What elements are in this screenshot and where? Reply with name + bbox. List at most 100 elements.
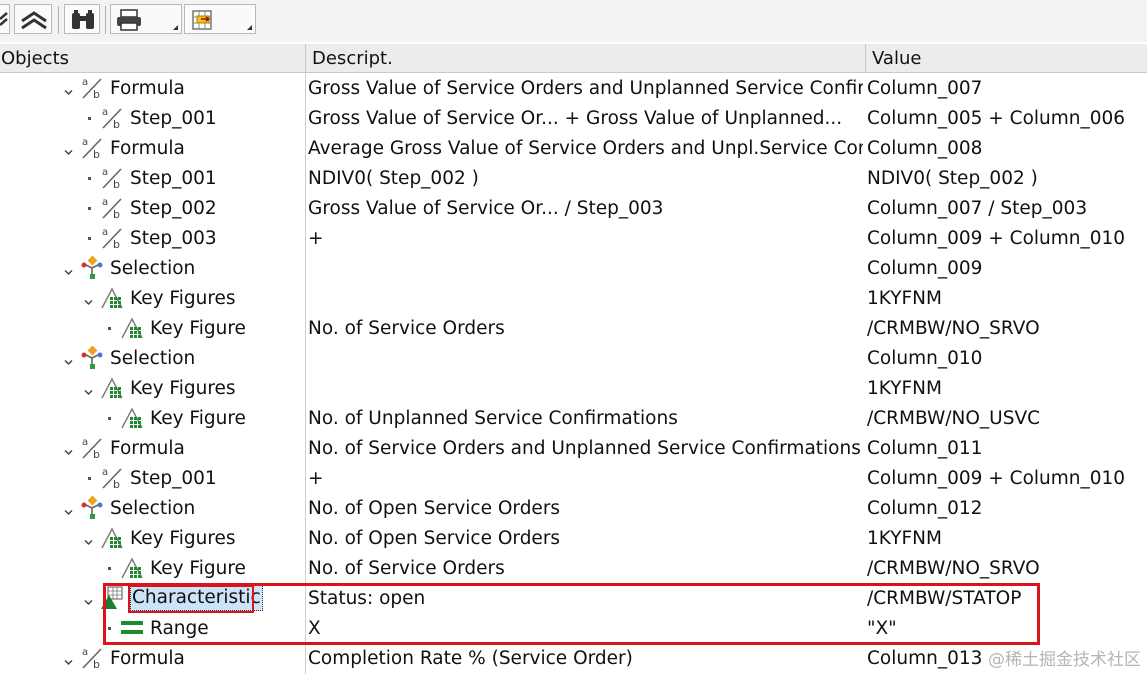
tree-node-label[interactable]: Step_003 xyxy=(130,223,217,254)
formula-icon: ab xyxy=(80,136,104,161)
find-button[interactable] xyxy=(64,4,100,34)
chevron-down-icon[interactable] xyxy=(84,292,93,306)
column-divider[interactable] xyxy=(305,44,306,72)
value-cell: Column_005 + Column_006 xyxy=(867,108,1126,129)
export-button[interactable] xyxy=(184,4,256,34)
column-header-value[interactable]: Value xyxy=(872,44,921,72)
tree-leaf-dot xyxy=(88,477,91,480)
expand-all-icon xyxy=(21,11,47,30)
tree-row[interactable]: Key Figures 1KYFNM xyxy=(0,283,1147,313)
tree-node-label[interactable]: Step_001 xyxy=(130,463,217,494)
formula-icon: ab xyxy=(80,76,104,101)
collapse-button[interactable] xyxy=(0,4,10,34)
tree-node-label[interactable]: Selection xyxy=(110,493,195,524)
tree-row[interactable]: a b Step_002 Gross Value of Service Or... /… xyxy=(0,193,1147,223)
chevron-down-icon[interactable] xyxy=(84,382,93,396)
tree-node-label[interactable]: Formula xyxy=(110,643,185,674)
dropdown-arrow-icon xyxy=(173,25,178,30)
chevron-down-icon[interactable] xyxy=(64,502,73,516)
formula-icon: ab xyxy=(100,106,124,131)
expand-all-button[interactable] xyxy=(14,4,52,34)
column-header-descript[interactable]: Descript. xyxy=(312,44,393,72)
tree-node-label[interactable]: Step_001 xyxy=(130,163,217,194)
tree-row[interactable]: Selection Column_010 xyxy=(0,343,1147,373)
tree-node-label[interactable]: Formula xyxy=(110,73,185,104)
tree-node-label[interactable]: Key Figure xyxy=(150,403,246,434)
tree-node-label[interactable]: Key Figure xyxy=(150,313,246,344)
tree-row[interactable]: a b Step_001 Gross Value of Service Or... +… xyxy=(0,103,1147,133)
chevron-down-icon[interactable] xyxy=(64,442,73,456)
description-cell: No. of Service Orders and Unplanned Serv… xyxy=(308,438,861,459)
chevron-down-icon[interactable] xyxy=(84,532,93,546)
key-figures-icon xyxy=(100,376,124,400)
tree-node-label[interactable]: Key Figures xyxy=(130,373,236,404)
svg-text:a: a xyxy=(102,227,108,238)
tree-row[interactable]: Selection Column_009 xyxy=(0,253,1147,283)
tree-row[interactable]: a b Step_001 NDIV0( Step_002 ) NDIV0( Step_0… xyxy=(0,163,1147,193)
svg-text:b: b xyxy=(93,658,100,670)
description-cell: + xyxy=(308,468,324,489)
description-cell: No. of Unplanned Service Confirmations xyxy=(308,408,678,429)
tree-leaf-dot xyxy=(108,327,111,330)
watermark: @稀土掘金技术社区 xyxy=(988,650,1141,670)
description-cell: No. of Service Orders xyxy=(308,318,505,339)
column-header-objects[interactable]: Objects xyxy=(1,44,69,72)
formula-icon: ab xyxy=(100,166,124,191)
svg-text:a: a xyxy=(82,647,88,658)
tree-row[interactable]: a b Step_003 + Column_009 + Column_010 xyxy=(0,223,1147,253)
tree-node-label[interactable]: Key Figure xyxy=(150,553,246,584)
chevron-down-icon[interactable] xyxy=(64,652,73,666)
toolbar-separator xyxy=(58,6,59,34)
tree-row[interactable]: a b Formula No. of Service Orders and Unpla… xyxy=(0,433,1147,463)
column-header: Objects Descript. Value xyxy=(0,44,1147,73)
tree-row[interactable]: Key Figure No. of Service Orders/CRMBW/NO… xyxy=(0,313,1147,343)
description-cell: NDIV0( Step_002 ) xyxy=(308,168,479,189)
svg-text:b: b xyxy=(93,88,100,100)
chevron-down-icon[interactable] xyxy=(64,262,73,276)
tree-row[interactable]: Selection No. of Open Service Orders Colum… xyxy=(0,493,1147,523)
tree-row[interactable]: a b Step_001 + Column_009 + Column_010 xyxy=(0,463,1147,493)
tree-node-label[interactable]: Formula xyxy=(110,433,185,464)
value-cell: Column_012 xyxy=(867,498,983,519)
chevron-down-icon[interactable] xyxy=(64,352,73,366)
value-cell: /CRMBW/NO_SRVO xyxy=(867,318,1040,339)
tree-node-label[interactable]: Formula xyxy=(110,133,185,164)
tree-node-label[interactable]: Step_002 xyxy=(130,193,217,224)
tree-node-label[interactable]: Selection xyxy=(110,253,195,284)
tree-leaf-dot xyxy=(88,177,91,180)
tree-row[interactable]: Key Figures No. of Open Service Orders 1KY… xyxy=(0,523,1147,553)
print-button[interactable] xyxy=(110,4,182,34)
collapse-icon xyxy=(0,12,8,26)
tree-row[interactable]: a b Formula Average Gross Value of Service … xyxy=(0,133,1147,163)
formula-icon: ab xyxy=(80,646,104,671)
svg-text:a: a xyxy=(102,167,108,178)
tree-row[interactable]: Key Figure No. of Service Orders/CRMBW/NO… xyxy=(0,553,1147,583)
description-cell: Gross Value of Service Or... / Step_003 xyxy=(308,198,664,219)
tree-leaf-dot xyxy=(108,567,111,570)
export-icon xyxy=(192,10,212,30)
highlight-box-label xyxy=(128,585,254,613)
tree-node-label[interactable]: Step_001 xyxy=(130,103,217,134)
tree-row[interactable]: Key Figures 1KYFNM xyxy=(0,373,1147,403)
formula-icon: ab xyxy=(100,466,124,491)
value-cell: Column_007 / Step_003 xyxy=(867,198,1088,219)
tree-row[interactable]: a b Formula Completion Rate % (Service Orde… xyxy=(0,643,1147,673)
chevron-down-icon[interactable] xyxy=(84,592,93,606)
selection-icon xyxy=(80,495,104,520)
tree-row[interactable]: Key Figure No. of Unplanned Service Confi… xyxy=(0,403,1147,433)
tree-node-label[interactable]: Key Figures xyxy=(130,523,236,554)
tree-row[interactable]: a b Formula Gross Value of Service Orders a… xyxy=(0,73,1147,103)
tree-leaf-dot xyxy=(88,117,91,120)
tree-node-label[interactable]: Selection xyxy=(110,343,195,374)
svg-text:a: a xyxy=(82,437,88,448)
value-cell: /CRMBW/NO_SRVO xyxy=(867,558,1040,579)
svg-text:a: a xyxy=(102,107,108,118)
chevron-down-icon[interactable] xyxy=(64,142,73,156)
column-divider[interactable] xyxy=(865,44,866,72)
tree-node-label[interactable]: Key Figures xyxy=(130,283,236,314)
formula-icon: ab xyxy=(80,436,104,461)
chevron-down-icon[interactable] xyxy=(64,82,73,96)
key-figures-icon xyxy=(120,316,144,340)
value-cell: Column_007 xyxy=(867,78,983,99)
value-cell: Column_008 xyxy=(867,138,983,159)
